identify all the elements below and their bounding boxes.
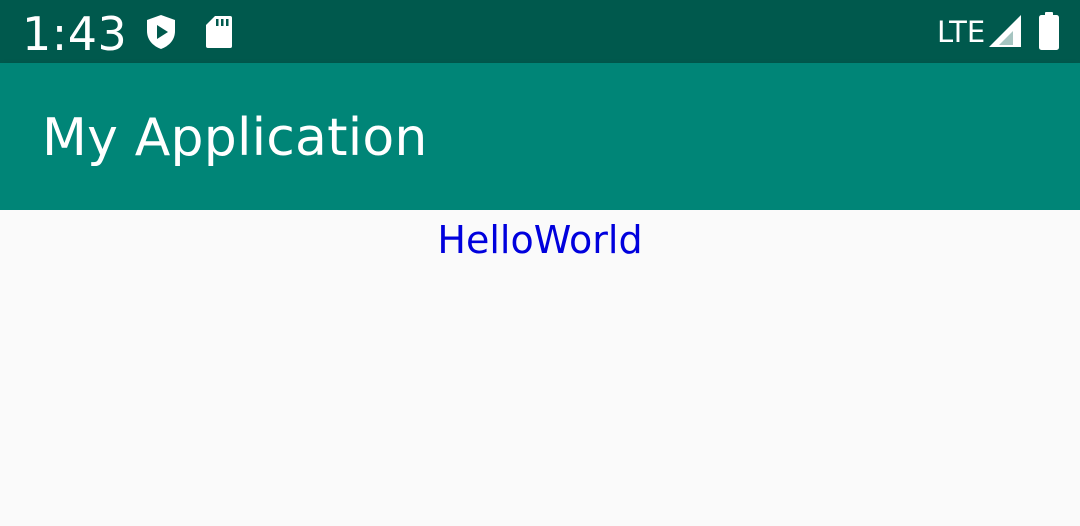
hello-world-text: HelloWorld <box>437 218 643 262</box>
play-protect-shield-icon <box>147 15 175 49</box>
sd-card-icon <box>206 16 232 48</box>
app-title: My Application <box>42 108 428 168</box>
status-bar: 1:43 LTE <box>0 0 1080 63</box>
battery-icon <box>1039 12 1059 50</box>
app-screen: 1:43 LTE My Application HelloWorld <box>0 0 1080 526</box>
network-type-label: LTE <box>937 15 986 49</box>
main-content: HelloWorld <box>0 210 1080 526</box>
app-toolbar: My Application <box>0 63 1080 210</box>
status-time: 1:43 <box>22 7 128 61</box>
cell-signal-icon <box>989 15 1021 47</box>
